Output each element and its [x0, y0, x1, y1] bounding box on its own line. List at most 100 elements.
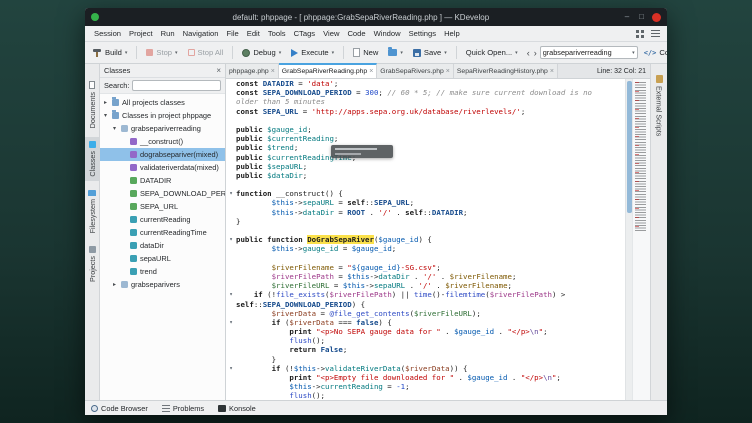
code-line[interactable]: $riverFilename = "${gauge_id}-SG.csv"; [226, 263, 625, 272]
code-line[interactable] [226, 254, 625, 263]
code-line[interactable]: ▾ if (!file_exists($riverFilePath) || ti… [226, 290, 625, 299]
tree-item-datadir[interactable]: dataDir [100, 239, 225, 252]
code-line[interactable]: older than 5 minutes [226, 97, 625, 106]
execute-button[interactable]: Execute ▾ [287, 46, 338, 59]
close-icon[interactable]: × [550, 68, 554, 75]
code-line[interactable]: $this->gauge_id = $gauge_id; [226, 244, 625, 253]
chevron-down-icon[interactable]: ▾ [632, 50, 635, 56]
fold-marker-icon[interactable]: ▾ [226, 235, 236, 244]
fold-marker-icon[interactable]: ▾ [226, 290, 236, 299]
tree-item-all-projects-classes[interactable]: ▸All projects classes [100, 96, 225, 109]
search-input[interactable] [543, 48, 630, 57]
editor-scrollbar[interactable] [625, 79, 632, 400]
expander-icon[interactable]: ▾ [111, 125, 118, 132]
menu-item-view[interactable]: View [319, 28, 343, 39]
tree-item-trend[interactable]: trend [100, 265, 225, 278]
tree-item-classes-in-project-phppage[interactable]: ▾Classes in project phppage [100, 109, 225, 122]
editor-tab-separiverreadinghistory-php[interactable]: SepaRiverReadingHistory.php× [454, 64, 558, 78]
code-line[interactable]: public $currentReading; [226, 134, 625, 143]
menu-item-navigation[interactable]: Navigation [179, 28, 223, 39]
open-button[interactable]: ▾ [384, 47, 407, 58]
code-line[interactable]: public $dataDir; [226, 171, 625, 180]
code-line[interactable]: const SEPA_DOWNLOAD_PERIOD = 300; // 60 … [226, 88, 625, 97]
tree-item-grabseparivers[interactable]: ▸grabseparivers [100, 278, 225, 291]
menu-item-code[interactable]: Code [343, 28, 369, 39]
code-line[interactable]: ▾public function DoGrabSepaRiver($gauge_… [226, 235, 625, 244]
forward-icon[interactable]: › [533, 48, 538, 58]
editor-tab-phppage-php[interactable]: phppage.php× [226, 64, 279, 78]
menu-item-help[interactable]: Help [440, 28, 464, 39]
code-line[interactable]: self::SEPA_DOWNLOAD_PERIOD) { [226, 300, 625, 309]
statusbar-problems[interactable]: Problems [162, 404, 204, 413]
tree-item-dograbsepariver-mixed-[interactable]: dograbsepariver(mixed) [100, 148, 225, 161]
menu-item-settings[interactable]: Settings [405, 28, 440, 39]
code-line[interactable]: print "<p>Empty file downloaded for " . … [226, 373, 625, 382]
code-line[interactable]: flush(); [226, 336, 625, 345]
tree-item-sepa-download-period[interactable]: SEPA_DOWNLOAD_PERIOD [100, 187, 225, 200]
code-line[interactable]: $riverFileURL = $this->sepaURL . '/' . $… [226, 281, 625, 290]
tree-item-grabsepariverreading[interactable]: ▾grabsepariverreading [100, 122, 225, 135]
statusbar-konsole[interactable]: Konsole [218, 404, 256, 413]
quick-open-button[interactable]: Quick Open... ▾ [462, 46, 522, 59]
menu-item-tools[interactable]: Tools [264, 28, 290, 39]
tree-item-sepaurl[interactable]: sepaURL [100, 252, 225, 265]
stop-all-button[interactable]: Stop All [184, 46, 228, 59]
dock-tab-documents[interactable]: Documents [85, 77, 99, 132]
dock-tab-projects[interactable]: Projects [85, 242, 99, 286]
back-icon[interactable]: ‹ [526, 48, 531, 58]
debug-button[interactable]: Debug ▾ [238, 46, 285, 59]
menu-item-edit[interactable]: Edit [243, 28, 264, 39]
statusbar-code-browser[interactable]: Code Browser [91, 404, 148, 413]
grid-icon[interactable] [636, 30, 644, 38]
code-line[interactable] [226, 116, 625, 125]
code-line[interactable]: public $currentReadingTime; [226, 153, 625, 162]
code-line[interactable]: ▾function __construct() { [226, 189, 625, 198]
tree-item-currentreading[interactable]: currentReading [100, 213, 225, 226]
dock-tab-external-scripts[interactable]: External Scripts [651, 71, 667, 140]
code-line[interactable]: print "<p>No SEPA gauge data for " . $ga… [226, 327, 625, 336]
fold-marker-icon[interactable]: ▾ [226, 318, 236, 327]
code-line[interactable]: ▾ if ($riverData === false) { [226, 318, 625, 327]
minimap[interactable] [632, 79, 650, 400]
code-line[interactable]: public $trend; [226, 143, 625, 152]
minimize-button[interactable]: – [623, 13, 631, 21]
code-line[interactable]: $this->dataDir = ROOT . '/' . self::DATA… [226, 208, 625, 217]
menu-item-session[interactable]: Session [90, 28, 125, 39]
editor-tab-grabseparivers-php[interactable]: GrabSepaRivers.php× [377, 64, 454, 78]
titlebar[interactable]: default: phppage - [ phppage:GrabSepaRiv… [85, 8, 667, 26]
menu-item-ctags[interactable]: CTags [290, 28, 320, 39]
code-line[interactable]: $riverFilePath = $this->dataDir . '/' . … [226, 272, 625, 281]
new-button[interactable]: New [349, 46, 382, 59]
code-button[interactable]: </> Code [640, 46, 667, 59]
expander-icon[interactable]: ▾ [102, 112, 109, 119]
close-button[interactable] [652, 13, 661, 22]
close-icon[interactable]: × [369, 68, 373, 75]
tree-item-currentreadingtime[interactable]: currentReadingTime [100, 226, 225, 239]
code-line[interactable]: $this->currentReading = -1; [226, 382, 625, 391]
code-line[interactable]: $this->sepaURL = self::SEPA_URL; [226, 198, 625, 207]
fold-marker-icon[interactable]: ▾ [226, 189, 236, 198]
close-icon[interactable]: × [446, 68, 450, 75]
code-area[interactable]: const DATADIR = 'data';const SEPA_DOWNLO… [226, 79, 625, 400]
dock-tab-filesystem[interactable]: Filesystem [85, 186, 99, 237]
code-line[interactable]: public $sepaURL; [226, 162, 625, 171]
editor-tab-grabsepariverreading-php[interactable]: GrabSepaRiverReading.php× [279, 63, 378, 78]
code-line[interactable]: ▾ if (!$this->validateRiverData($riverDa… [226, 364, 625, 373]
tree-item-sepa-url[interactable]: SEPA_URL [100, 200, 225, 213]
menu-item-file[interactable]: File [223, 28, 243, 39]
menu-item-window[interactable]: Window [370, 28, 405, 39]
hamburger-icon[interactable] [651, 30, 660, 37]
close-icon[interactable]: × [216, 67, 221, 75]
tree-item--construct-[interactable]: __construct() [100, 135, 225, 148]
tree-item-datadir[interactable]: DATADIR [100, 174, 225, 187]
code-line[interactable]: } [226, 355, 625, 364]
code-line[interactable] [226, 180, 625, 189]
code-line[interactable]: } [226, 217, 625, 226]
expander-icon[interactable]: ▸ [102, 99, 109, 106]
code-line[interactable]: public $gauge_id; [226, 125, 625, 134]
tree-item-validateriverdata-mixed-[interactable]: validateriverdata(mixed) [100, 161, 225, 174]
fold-marker-icon[interactable]: ▾ [226, 364, 236, 373]
dock-tab-classes[interactable]: Classes [85, 137, 99, 181]
code-line[interactable]: flush(); [226, 391, 625, 400]
code-line[interactable] [226, 226, 625, 235]
